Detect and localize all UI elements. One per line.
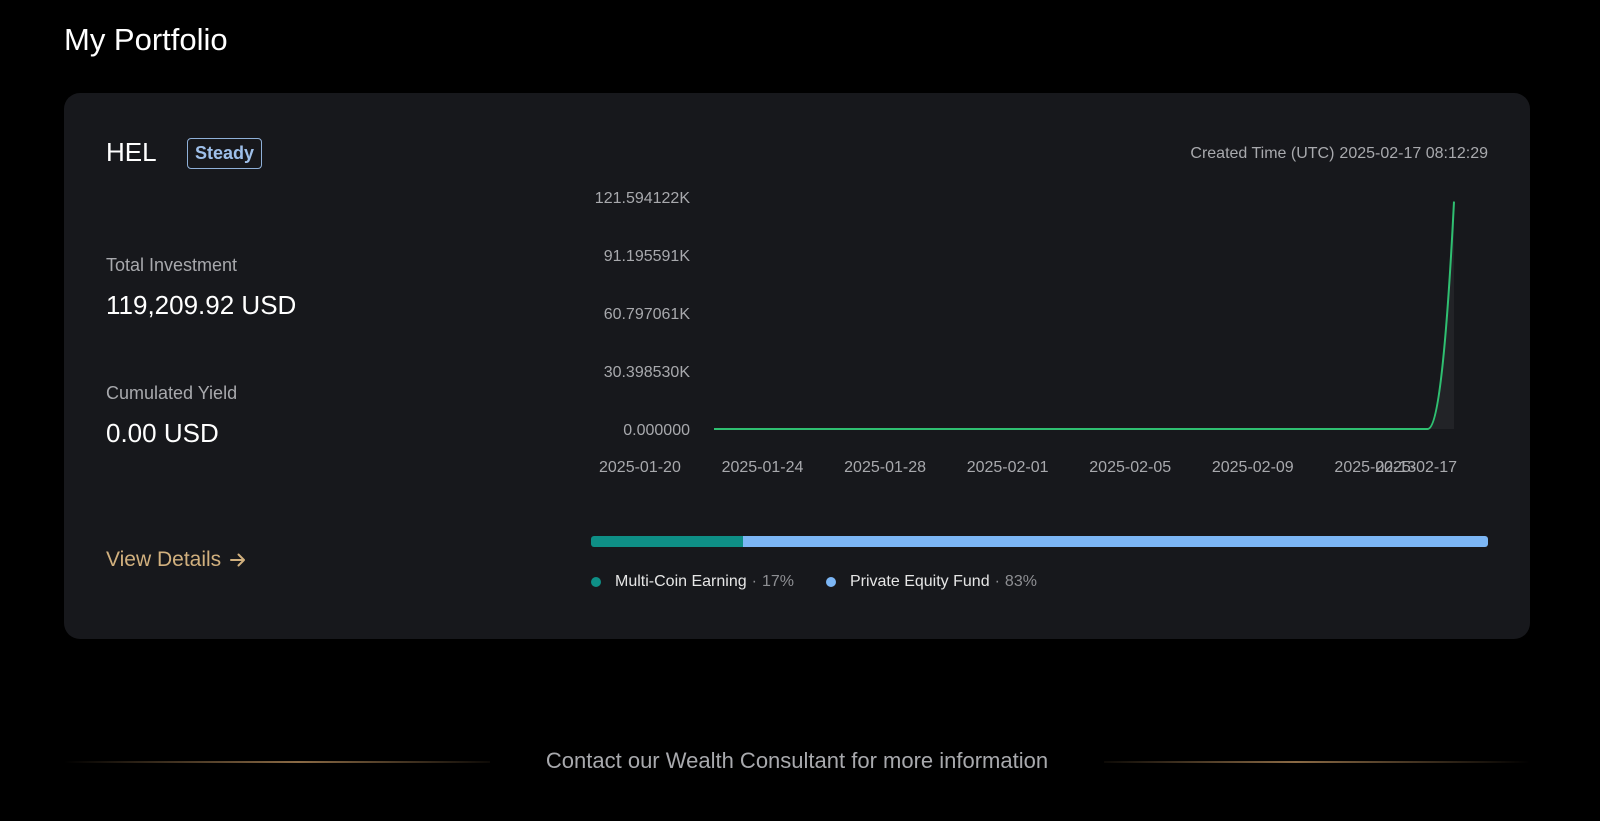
portfolio-value-chart: 0.000000 30.398530K 60.797061K 91.195591K 12… — [595, 190, 1457, 476]
footer-contact-text: Contact our Wealth Consultant for more i… — [545, 748, 1049, 773]
created-time-value: 2025-02-17 08:12:29 — [1339, 145, 1488, 162]
footer-divider-left — [64, 761, 490, 763]
x-tick-label: 2025-01-28 — [844, 459, 926, 476]
allocation-segment — [591, 536, 744, 547]
x-tick-label: 2025-01-20 — [599, 459, 681, 476]
y-tick-label: 121.594122K — [595, 190, 691, 207]
series-area — [1427, 201, 1454, 429]
x-tick-label: 2025-02-01 — [967, 459, 1049, 476]
view-details-label: View Details — [106, 548, 222, 571]
series-line — [714, 201, 1455, 430]
allocation-legend: Multi-Coin Earning · 17% Private Equity Fun… — [591, 573, 1037, 591]
legend-separator: · — [751, 573, 757, 590]
portfolio-card: HEL Steady Created Time (UTC) 2025-02-17 … — [64, 93, 1530, 639]
y-tick-label: 0.000000 — [623, 422, 690, 439]
legend-separator: · — [994, 573, 1000, 590]
legend-item: Multi-Coin Earning · 17% — [591, 573, 794, 591]
portfolio-name: HEL — [106, 137, 157, 167]
cumulated-yield-label: Cumulated Yield — [106, 383, 238, 403]
total-investment-label: Total Investment — [106, 255, 238, 275]
legend-item: Private Equity Fund · 83% — [825, 573, 1037, 591]
legend-percent: 17% — [761, 573, 794, 590]
x-tick-label: 2025-02-17 — [1375, 459, 1457, 476]
x-tick-label: 2025-02-05 — [1089, 459, 1171, 476]
view-details-link[interactable]: View Details — [106, 548, 247, 572]
allocation-bar — [591, 536, 1488, 547]
footer-divider-right — [1104, 761, 1530, 763]
legend-percent: 83% — [1004, 573, 1037, 590]
y-tick-label: 30.398530K — [604, 364, 691, 381]
x-tick-label: 2025-02-09 — [1212, 459, 1294, 476]
legend-dot — [825, 577, 836, 587]
allocation-segment — [743, 536, 1488, 547]
page-title: My Portfolio — [64, 22, 228, 57]
x-tick-label: 2025-01-24 — [722, 459, 804, 476]
total-investment-value: 119,209.92 USD — [106, 290, 297, 320]
y-tick-label: 91.195591K — [604, 248, 691, 265]
created-time-label: Created Time (UTC) — [1190, 145, 1335, 162]
legend-dot — [591, 577, 601, 587]
created-time: Created Time (UTC) 2025-02-17 08:12:29 — [1190, 145, 1488, 163]
risk-badge: Steady — [187, 138, 263, 169]
legend-name: Multi-Coin Earning — [615, 573, 747, 590]
y-tick-label: 60.797061K — [604, 306, 691, 323]
arrow-right-icon — [230, 553, 246, 567]
legend-name: Private Equity Fund — [849, 573, 990, 590]
cumulated-yield-value: 0.00 USD — [106, 418, 219, 448]
